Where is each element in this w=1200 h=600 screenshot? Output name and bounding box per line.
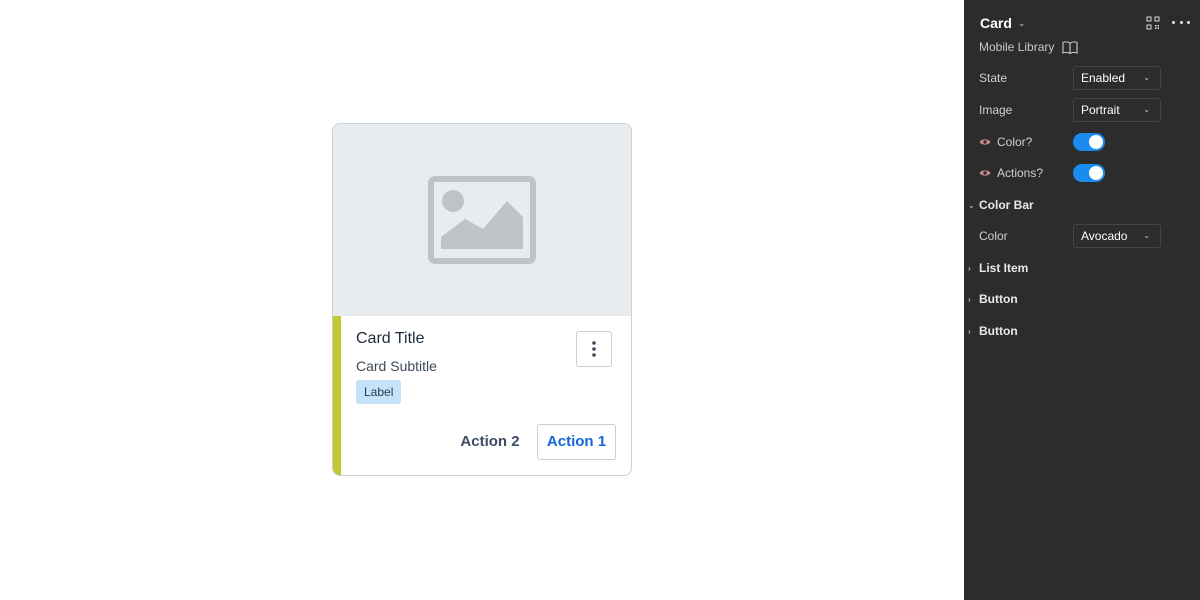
eye-icon <box>979 170 991 176</box>
eye-icon <box>979 139 991 145</box>
book-icon[interactable] <box>1062 40 1078 54</box>
more-horizontal-icon[interactable] <box>1172 15 1190 29</box>
chevron-down-icon: ⌄ <box>1017 17 1026 28</box>
section-list-item-label: List Item <box>979 261 1029 275</box>
color-select-value: Avocado <box>1081 229 1128 243</box>
section-button-2-label: Button <box>979 324 1018 338</box>
chevron-down-icon: ⌄ <box>1143 73 1150 82</box>
prop-state-label: State <box>979 71 1008 85</box>
card-image <box>333 124 631 316</box>
library-link: Mobile Library <box>979 40 1078 54</box>
chevron-down-icon: ⌄ <box>1143 105 1150 114</box>
actions-toggle[interactable] <box>1073 164 1105 182</box>
card-title: Card Title <box>356 330 425 347</box>
image-select[interactable]: Portrait ⌄ <box>1073 98 1161 122</box>
section-button-1-label: Button <box>979 292 1018 306</box>
color-select[interactable]: Avocado ⌄ <box>1073 224 1161 248</box>
component-grid-icon[interactable] <box>1146 16 1160 30</box>
section-color-bar-label: Color Bar <box>979 198 1034 212</box>
image-select-value: Portrait <box>1081 103 1120 117</box>
chevron-down-icon: ⌄ <box>968 200 975 210</box>
image-placeholder-icon <box>428 176 536 264</box>
prop-actions-toggle-row: Actions? <box>979 161 1185 185</box>
prop-actions-toggle-label: Actions? <box>997 166 1044 180</box>
design-canvas: Card Title Card Subtitle Label Action 2 … <box>0 0 964 600</box>
panel-header[interactable]: Card ⌄ <box>980 15 1025 31</box>
properties-panel: Card ⌄ Mobile Library State Enabled ⌄ Im… <box>964 0 1200 600</box>
card-subtitle: Card Subtitle <box>356 358 437 374</box>
prop-color-toggle-row: Color? <box>979 130 1185 154</box>
prop-state-row: State Enabled ⌄ <box>979 66 1185 90</box>
chevron-right-icon: › <box>968 326 971 336</box>
prop-image-row: Image Portrait ⌄ <box>979 98 1185 122</box>
color-toggle[interactable] <box>1073 133 1105 151</box>
prop-color-row: Color Avocado ⌄ <box>979 224 1185 248</box>
card-overflow-button[interactable] <box>576 331 612 367</box>
action-2-button[interactable]: Action 2 <box>450 424 530 460</box>
card-label-badge: Label <box>356 380 402 404</box>
state-select[interactable]: Enabled ⌄ <box>1073 66 1161 90</box>
library-name: Mobile Library <box>979 40 1055 54</box>
prop-color-toggle-label: Color? <box>997 135 1033 149</box>
prop-image-label: Image <box>979 103 1013 117</box>
chevron-right-icon: › <box>968 294 971 304</box>
action-1-button[interactable]: Action 1 <box>537 424 616 460</box>
card[interactable]: Card Title Card Subtitle Label Action 2 … <box>332 123 632 476</box>
prop-color-label: Color <box>979 229 1008 243</box>
section-color-bar[interactable]: ⌄ Color Bar <box>968 198 1034 212</box>
chevron-right-icon: › <box>968 263 971 273</box>
state-select-value: Enabled <box>1081 71 1126 85</box>
component-name: Card <box>980 15 1012 31</box>
chevron-down-icon: ⌄ <box>1143 231 1150 240</box>
section-list-item[interactable]: › List Item <box>968 261 1028 275</box>
card-color-bar <box>333 316 341 475</box>
more-vertical-icon <box>592 341 596 357</box>
section-button-1[interactable]: › Button <box>968 292 1018 306</box>
section-button-2[interactable]: › Button <box>968 324 1018 338</box>
card-body: Card Title Card Subtitle Label Action 2 … <box>341 316 631 475</box>
